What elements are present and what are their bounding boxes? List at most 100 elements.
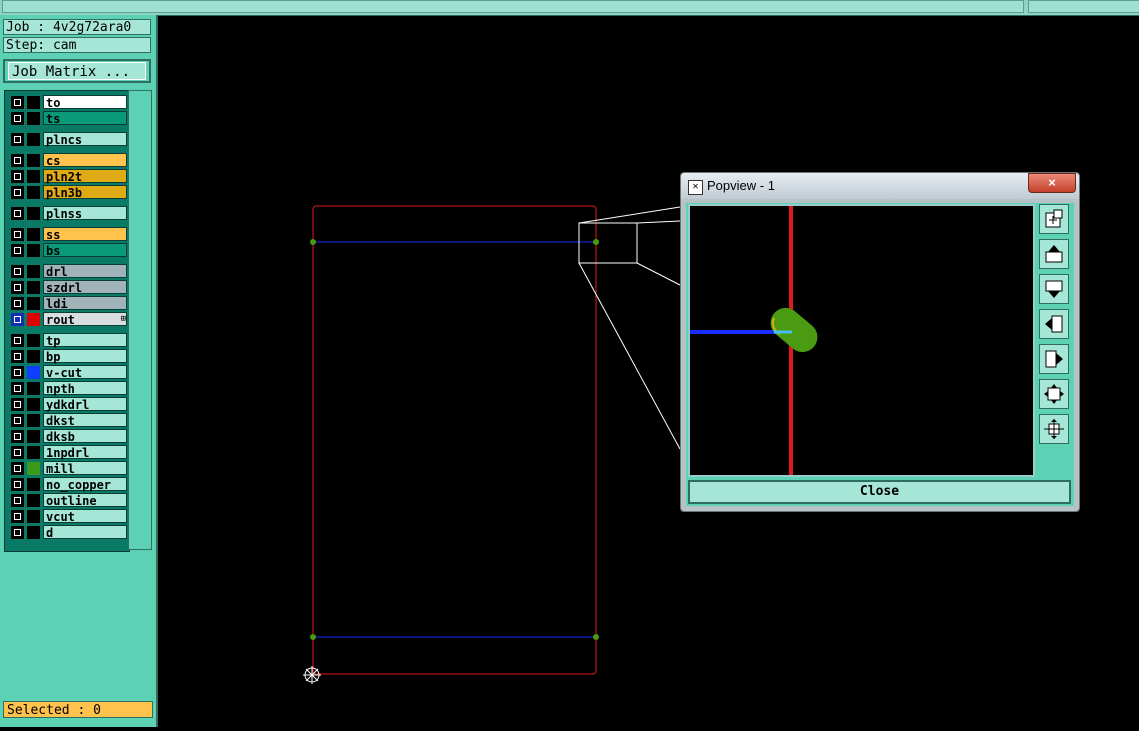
layer-color-swatch xyxy=(27,494,40,507)
layer-name: to xyxy=(43,95,127,110)
layer-row[interactable]: vcut xyxy=(9,509,127,524)
layer-checkbox[interactable] xyxy=(11,186,24,199)
layer-color-swatch xyxy=(27,207,40,220)
popview-body: Close xyxy=(686,203,1074,506)
zoom-window-icon[interactable] xyxy=(1039,204,1069,234)
layer-name: npth xyxy=(43,381,127,396)
layer-color-swatch xyxy=(27,462,40,475)
zoom-home-icon[interactable] xyxy=(1039,414,1069,444)
layer-name: mill xyxy=(43,461,127,476)
layer-name: plncs xyxy=(43,132,127,147)
layer-row[interactable]: no_copper xyxy=(9,477,127,492)
layer-row[interactable]: ldi xyxy=(9,296,127,311)
layer-row[interactable]: ydkdrl xyxy=(9,397,127,412)
layer-checkbox[interactable] xyxy=(11,478,24,491)
zoom-fit-icon[interactable] xyxy=(1039,379,1069,409)
job-matrix-button[interactable]: Job Matrix ... xyxy=(3,59,151,83)
layer-row[interactable]: outline xyxy=(9,493,127,508)
layer-color-swatch xyxy=(27,96,40,109)
layer-name: outline xyxy=(43,493,127,508)
layer-checkbox[interactable] xyxy=(11,334,24,347)
layer-row[interactable]: drl xyxy=(9,264,127,279)
layer-list-scrollbar[interactable] xyxy=(128,90,152,550)
layer-checkbox[interactable] xyxy=(11,244,24,257)
zoom-area-box xyxy=(578,222,638,264)
layer-checkbox[interactable] xyxy=(11,281,24,294)
layer-row[interactable]: pln3b xyxy=(9,185,127,200)
layer-checkbox[interactable] xyxy=(11,297,24,310)
layer-color-swatch xyxy=(27,526,40,539)
layer-checkbox[interactable] xyxy=(11,133,24,146)
layer-checkbox[interactable] xyxy=(11,228,24,241)
layer-row[interactable]: dksb xyxy=(9,429,127,444)
top-toolbar-segment[interactable] xyxy=(2,0,1024,13)
layer-row[interactable]: rout ⊞ xyxy=(9,312,127,327)
top-toolbar-segment-right[interactable] xyxy=(1028,0,1139,13)
zoom-connector xyxy=(636,262,681,286)
layer-row[interactable]: bp xyxy=(9,349,127,364)
layer-checkbox[interactable] xyxy=(11,398,24,411)
layer-name: tp xyxy=(43,333,127,348)
close-button[interactable]: Close xyxy=(688,480,1071,504)
layer-row[interactable]: 1npdrl xyxy=(9,445,127,460)
layer-checkbox[interactable] xyxy=(11,462,24,475)
layer-name: plnss xyxy=(43,206,127,221)
layer-row[interactable]: pln2t xyxy=(9,169,127,184)
layer-checkbox[interactable] xyxy=(11,207,24,220)
layer-checkbox[interactable] xyxy=(11,510,24,523)
layer-checkbox[interactable] xyxy=(11,96,24,109)
layer-row[interactable]: bs xyxy=(9,243,127,258)
layer-color-swatch xyxy=(27,170,40,183)
layer-checkbox[interactable] xyxy=(11,170,24,183)
layer-color-swatch xyxy=(27,398,40,411)
layer-name: szdrl xyxy=(43,280,127,295)
layer-row[interactable]: d xyxy=(9,525,127,540)
close-icon[interactable]: × xyxy=(1028,173,1076,193)
layer-checkbox[interactable] xyxy=(11,350,24,363)
layer-color-swatch xyxy=(27,186,40,199)
popview-titlebar[interactable]: ✕ Popview - 1 × xyxy=(681,173,1079,199)
layer-color-swatch xyxy=(27,313,40,326)
layer-row[interactable]: tp xyxy=(9,333,127,348)
layer-color-swatch xyxy=(27,382,40,395)
layer-color-swatch xyxy=(27,478,40,491)
layer-color-swatch xyxy=(27,112,40,125)
layer-color-swatch xyxy=(27,334,40,347)
popview-graphic[interactable] xyxy=(688,204,1035,477)
layer-checkbox[interactable] xyxy=(11,446,24,459)
layer-checkbox[interactable] xyxy=(11,526,24,539)
zoom-connector xyxy=(578,206,681,224)
layer-checkbox[interactable] xyxy=(11,494,24,507)
layer-row[interactable]: v-cut xyxy=(9,365,127,380)
mill-point xyxy=(593,634,599,640)
layer-checkbox[interactable] xyxy=(11,414,24,427)
layer-checkbox[interactable] xyxy=(11,382,24,395)
layer-list: to ts plncs cs pln2t pln3b plnss ss bs drl szdrl ld… xyxy=(4,90,130,552)
layer-checkbox[interactable] xyxy=(11,154,24,167)
mill-point xyxy=(593,239,599,245)
layer-row[interactable]: to xyxy=(9,95,127,110)
layer-row[interactable]: dkst xyxy=(9,413,127,428)
pan-up-icon[interactable] xyxy=(1039,239,1069,269)
pan-left-icon[interactable] xyxy=(1039,309,1069,339)
pan-right-icon[interactable] xyxy=(1039,344,1069,374)
layer-checkbox[interactable] xyxy=(11,265,24,278)
pan-down-icon[interactable] xyxy=(1039,274,1069,304)
layer-color-swatch xyxy=(27,366,40,379)
layer-checkbox[interactable] xyxy=(11,430,24,443)
layer-row[interactable]: plncs xyxy=(9,132,127,147)
layer-row[interactable]: szdrl xyxy=(9,280,127,295)
layer-color-swatch xyxy=(27,265,40,278)
layer-color-swatch xyxy=(27,510,40,523)
layer-row[interactable]: plnss xyxy=(9,206,127,221)
layer-checkbox[interactable] xyxy=(11,366,24,379)
layer-row[interactable]: npth xyxy=(9,381,127,396)
layer-color-swatch xyxy=(27,154,40,167)
layer-row[interactable]: ss xyxy=(9,227,127,242)
layer-row[interactable]: cs xyxy=(9,153,127,168)
layer-checkbox[interactable] xyxy=(11,313,24,326)
layer-row[interactable]: mill xyxy=(9,461,127,476)
layer-row[interactable]: ts xyxy=(9,111,127,126)
layer-name: vcut xyxy=(43,509,127,524)
layer-checkbox[interactable] xyxy=(11,112,24,125)
